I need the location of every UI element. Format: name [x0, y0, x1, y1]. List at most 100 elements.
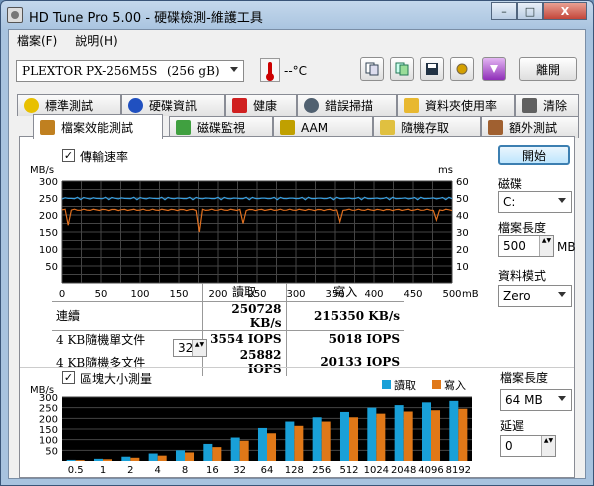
exit-button[interactable]: 離開 [519, 57, 577, 81]
read-bar [449, 400, 459, 461]
spin-arrows-icon[interactable]: ▲▼ [541, 436, 555, 456]
monitor-icon [176, 120, 191, 135]
data-pattern-dropdown[interactable]: Zero [498, 285, 572, 307]
close-button[interactable]: X [543, 2, 587, 20]
file-icon [40, 119, 55, 135]
read-bar [203, 443, 213, 461]
read-bar [312, 417, 322, 461]
write-bar [130, 457, 140, 461]
write-bar [349, 417, 359, 461]
write-bar [376, 413, 386, 461]
file-length-label: 檔案長度 [498, 221, 547, 235]
x-tick-label: 8 [182, 465, 188, 476]
wrench-icon [456, 63, 468, 75]
read-bar [121, 456, 131, 461]
x-tick-label: 0.5 [68, 465, 84, 476]
tab-benchmark[interactable]: 標準測試 [17, 94, 121, 116]
queue-depth-stepper[interactable]: 32 ▲▼ [173, 339, 207, 357]
tab-extra-tests[interactable]: 額外測試 [481, 116, 579, 138]
tab-file-benchmark[interactable]: 檔案效能測試 [33, 114, 163, 139]
drive-capacity: (256 gB) [167, 64, 220, 78]
tab-random-access[interactable]: 隨機存取 [373, 116, 481, 138]
4k-multi-read-value: 25882 IOPS [201, 348, 286, 376]
save-button[interactable] [420, 57, 444, 81]
x-tick-label: 1 [100, 465, 106, 476]
sequential-read-value: 250728 KB/s [201, 301, 286, 330]
down-arrow-icon [490, 65, 498, 73]
x-tick-label: 8192 [446, 465, 471, 476]
x-tick-label: 450 [403, 289, 422, 300]
write-bar [103, 459, 113, 461]
read-bar [175, 450, 185, 461]
floppy-icon [426, 63, 438, 75]
y-tick-label: 250 [39, 404, 58, 415]
copy-text-button[interactable] [360, 57, 384, 81]
tab-disk-monitor[interactable]: 磁碟監視 [169, 116, 273, 138]
read-bar [257, 427, 267, 461]
x-tick-label: 64 [261, 465, 274, 476]
x-tick-label: 4 [154, 465, 160, 476]
y2-tick-label: 30 [456, 228, 469, 239]
title-bar: HD Tune Pro 5.00 - 硬碟檢測-維護工具 – □ X [1, 1, 593, 29]
results-table: 讀取 寫入 連續 250728 KB/s 215350 KB/s 4 KB隨機單文件 3… [52, 283, 404, 376]
copy-screenshot-button[interactable] [390, 57, 414, 81]
chevron-down-icon [230, 67, 238, 72]
lightbulb-icon [24, 98, 39, 113]
tab-folder-usage[interactable]: 資料夾使用率 [397, 94, 515, 116]
x-tick-label: 2 [127, 465, 133, 476]
x-unit-label: mB [462, 289, 479, 300]
drive-dropdown[interactable]: C: [498, 191, 572, 213]
update-button[interactable] [482, 57, 506, 81]
chevron-down-icon [558, 198, 566, 203]
app-window: HD Tune Pro 5.00 - 硬碟檢測-維護工具 – □ X 檔案(F)… [0, 0, 594, 486]
x-tick-label: 32 [233, 465, 246, 476]
read-bar [339, 411, 349, 461]
tab-error-scan[interactable]: 錯誤掃描 [297, 94, 397, 116]
chevron-down-icon [558, 396, 566, 401]
menu-help[interactable]: 說明(H) [75, 32, 117, 49]
plus-icon [232, 98, 247, 113]
spin-arrows-icon[interactable]: ▲▼ [192, 340, 206, 356]
legend-write-swatch [432, 380, 441, 389]
tab-erase[interactable]: 清除 [515, 94, 579, 116]
tab-aam[interactable]: AAM [273, 116, 373, 138]
magnifier-icon [304, 98, 319, 113]
4k-multi-write-value: 20133 IOPS [285, 348, 404, 376]
file-length-stepper[interactable]: 500 ▲▼ [498, 235, 554, 257]
write-bar [157, 455, 167, 461]
sequential-write-value: 215350 KB/s [285, 301, 404, 330]
y2-tick-label: 20 [456, 245, 469, 256]
drive-model: PLEXTOR PX-256M5S [22, 64, 158, 78]
delay-stepper[interactable]: 0 ▲▼ [500, 435, 556, 457]
y-tick-label: 200 [39, 211, 58, 222]
transfer-rate-chart: MB/s ms300250200150100506050403020100 50 10… [30, 165, 479, 300]
x-tick-label: 512 [339, 465, 358, 476]
options-button[interactable] [450, 57, 474, 81]
start-button[interactable]: 開始 [498, 145, 570, 165]
tab-health[interactable]: 健康 [225, 94, 297, 116]
menu-file[interactable]: 檔案(F) [17, 32, 57, 49]
x-tick-label: 4096 [418, 465, 443, 476]
legend-read-swatch [382, 380, 391, 389]
legend-read-label: 讀取 [394, 378, 416, 392]
read-bar [285, 421, 295, 461]
y-tick-label: 150 [39, 425, 58, 436]
y2-tick-label: 40 [456, 211, 469, 222]
write-bar [239, 440, 249, 461]
y-tick-label: 50 [45, 262, 58, 273]
data-pattern-label: 資料模式 [498, 269, 547, 283]
info-icon [128, 98, 143, 113]
read-bar [367, 407, 377, 461]
read-bar [66, 459, 76, 461]
y-tick-label: 200 [39, 414, 58, 425]
maximize-button[interactable]: □ [517, 2, 543, 20]
4k-single-write-value: 5018 IOPS [285, 330, 404, 348]
hdtune-app-icon [7, 7, 23, 23]
minimize-button[interactable]: – [491, 2, 517, 20]
block-file-length-dropdown[interactable]: 64 MB [500, 389, 572, 411]
drive-selector[interactable]: PLEXTOR PX-256M5S (256 gB) [16, 60, 244, 82]
y-tick-label: 300 [39, 177, 58, 188]
tab-info[interactable]: 硬碟資訊 [121, 94, 225, 116]
row-sequential-label: 連續 [56, 309, 81, 323]
spin-arrows-icon[interactable]: ▲▼ [539, 236, 553, 256]
